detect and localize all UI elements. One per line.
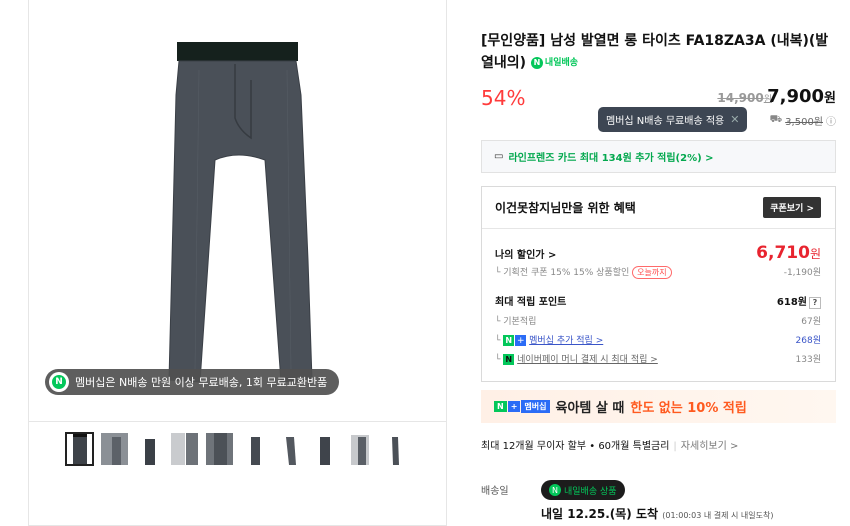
installment-text: 최대 12개월 무이자 할부 • 60개월 특별금리 <box>481 441 670 452</box>
my-price: 6,710원 <box>756 243 821 263</box>
points-total: 618원? <box>777 293 821 309</box>
tomorrow-delivery-label: 내일배송 <box>544 58 579 68</box>
promo-text: 육아템 살 때 <box>555 401 625 416</box>
close-icon[interactable]: ✕ <box>730 113 739 126</box>
promo-badge-label: 멤버십 <box>521 400 550 413</box>
help-icon[interactable]: ? <box>809 297 821 309</box>
thumbnail-item[interactable] <box>100 432 129 466</box>
thumbnail-item[interactable] <box>380 432 409 466</box>
delivery-date-text: 내일 12.25.(목) 도착 <box>541 507 659 521</box>
delivery-date: 내일 12.25.(목) 도착 (01:00:03 내 결제 시 내일도착) <box>541 505 773 522</box>
benefit-title: 이건못참지님만을 위한 혜택 <box>495 201 636 215</box>
basic-points-label: └ 기본적립 <box>495 317 537 327</box>
naver-pay-icon: N <box>503 354 515 365</box>
membership-promo-banner[interactable]: N + 멤버십 육아템 살 때 한도 없는 10% 적립 <box>481 390 836 423</box>
tomorrow-delivery-badge: N 내일배송 <box>530 52 579 74</box>
coupon-row: └ 기획전 쿠폰 15% 15% 상품할인 오늘까지 -1,190원 <box>495 265 821 279</box>
membership-tooltip: 멤버십 N배송 무료배송 적용 ✕ <box>598 107 748 132</box>
tooltip-text: 멤버십 N배송 무료배송 적용 <box>606 116 725 127</box>
product-title: [무인양품] 남성 발열면 롱 타이츠 FA18ZA3A (내복)(발열내의) … <box>481 30 836 74</box>
naver-n-icon: N <box>549 484 561 496</box>
delivery-note: (01:00:03 내 결제 시 내일도착) <box>662 511 774 520</box>
product-gallery: N 멤버십은 N배송 만원 이상 무료배송, 1회 무료교환반품 <box>28 0 447 526</box>
delivery-badge-text: 내일배송 상품 <box>564 486 617 497</box>
benefit-box: 이건못참지님만을 위한 혜택 쿠폰보기 > 나의 할인가 > 6,710원 └ … <box>481 186 836 382</box>
coupon-deadline-tag: 오늘까지 <box>632 266 672 279</box>
thumbnail-item[interactable] <box>240 432 269 466</box>
points-value: 618원 <box>776 297 807 308</box>
thumbnail-item[interactable] <box>135 432 164 466</box>
basic-points-value: 67원 <box>801 317 821 327</box>
product-page: N 멤버십은 N배송 만원 이상 무료배송, 1회 무료교환반품 [무인양품] … <box>0 0 850 526</box>
coupon-view-button[interactable]: 쿠폰보기 > <box>763 197 821 218</box>
thumbnail-item[interactable] <box>65 432 94 466</box>
my-price-row: 나의 할인가 > 6,710원 <box>495 243 821 263</box>
original-price-value: 14,900 <box>717 91 764 105</box>
points-row: 최대 적립 포인트 618원? <box>495 293 821 309</box>
membership-points-link[interactable]: 멤버십 추가 적립 > <box>529 336 603 346</box>
naverpay-points-row: └ N 네이버페이 머니 결제 시 최대 적립 > 133원 <box>495 352 821 365</box>
membership-points-value: 268원 <box>795 336 821 346</box>
coupon-detail: └ 기획전 쿠폰 15% 15% 상품할인 오늘까지 <box>495 265 672 279</box>
credit-card-icon: ▭ <box>494 151 504 162</box>
product-info: [무인양품] 남성 발열면 롱 타이츠 FA18ZA3A (내복)(발열내의) … <box>481 0 836 526</box>
naver-membership-icon: N <box>49 372 69 392</box>
membership-points-label: └ N + 멤버십 추가 적립 > <box>495 335 604 346</box>
card-benefit-text: 라인프렌즈 카드 최대 134원 추가 적립(2%) > <box>508 153 714 164</box>
promo-highlight: 한도 없는 10% 적립 <box>630 401 747 416</box>
basic-points-text: 기본적립 <box>503 317 537 327</box>
thumbnail-item[interactable] <box>275 432 304 466</box>
points-label: 최대 적립 포인트 <box>495 297 567 308</box>
promo-badge-plus: + <box>507 401 521 412</box>
membership-points-row: └ N + 멤버십 추가 적립 > 268원 <box>495 333 821 346</box>
my-price-link[interactable]: 나의 할인가 > <box>495 246 556 261</box>
sale-price: 7,900원 <box>767 86 836 107</box>
installment-more-link[interactable]: 자세히보기 > <box>681 441 739 452</box>
installment-info: 최대 12개월 무이자 할부 • 60개월 특별금리 | 자세히보기 > <box>481 441 739 452</box>
naverpay-points-value: 133원 <box>795 355 821 365</box>
naver-plus-icon: N + <box>503 335 527 346</box>
thumbnail-item[interactable] <box>170 432 199 466</box>
truck-icon: ⛟ <box>769 114 783 125</box>
coupon-value: -1,190원 <box>783 268 821 278</box>
delivery-label: 배송일 <box>481 486 509 497</box>
card-benefit-banner[interactable]: ▭ 라인프렌즈 카드 최대 134원 추가 적립(2%) > <box>481 140 836 173</box>
thumbnail-item[interactable] <box>205 432 234 466</box>
thumbnail-strip <box>65 432 409 466</box>
delivery-badge: N 내일배송 상품 <box>541 480 625 500</box>
benefit-header: 이건못참지님만을 위한 혜택 쿠폰보기 > <box>482 187 835 229</box>
banner-text: 멤버십은 N배송 만원 이상 무료배송, 1회 무료교환반품 <box>75 376 328 389</box>
naverpay-points-label: └ N 네이버페이 머니 결제 시 최대 적립 > <box>495 354 658 365</box>
naver-n-icon: N <box>530 57 543 69</box>
sale-price-value: 7,900 <box>767 86 825 107</box>
main-product-image[interactable]: N 멤버십은 N배송 만원 이상 무료배송, 1회 무료교환반품 <box>29 0 446 422</box>
sale-price-unit: 원 <box>824 91 836 106</box>
my-price-value: 6,710 <box>756 243 810 263</box>
promo-badge-n: N <box>494 401 507 412</box>
info-icon[interactable]: ⓘ <box>826 113 836 128</box>
original-price: 14,900원 <box>717 91 772 105</box>
thumbnail-item[interactable] <box>310 432 339 466</box>
naverpay-points-link[interactable]: 네이버페이 머니 결제 시 최대 적립 > <box>517 355 658 365</box>
shipping-fee-value: 3,500원 <box>785 117 823 128</box>
shipping-fee: ⛟ 3,500원 ⓘ <box>770 113 836 128</box>
coupon-text: 기획전 쿠폰 15% 15% 상품할인 <box>503 268 630 278</box>
my-price-unit: 원 <box>809 247 821 261</box>
naver-membership-badge-icon: N + 멤버십 <box>494 400 550 413</box>
long-tights-image <box>168 42 313 383</box>
thumbnail-item[interactable] <box>345 432 374 466</box>
membership-banner: N 멤버십은 N배송 만원 이상 무료배송, 1회 무료교환반품 <box>45 369 340 395</box>
basic-points-row: └ 기본적립 67원 <box>495 314 821 327</box>
discount-rate: 54% <box>481 86 526 110</box>
